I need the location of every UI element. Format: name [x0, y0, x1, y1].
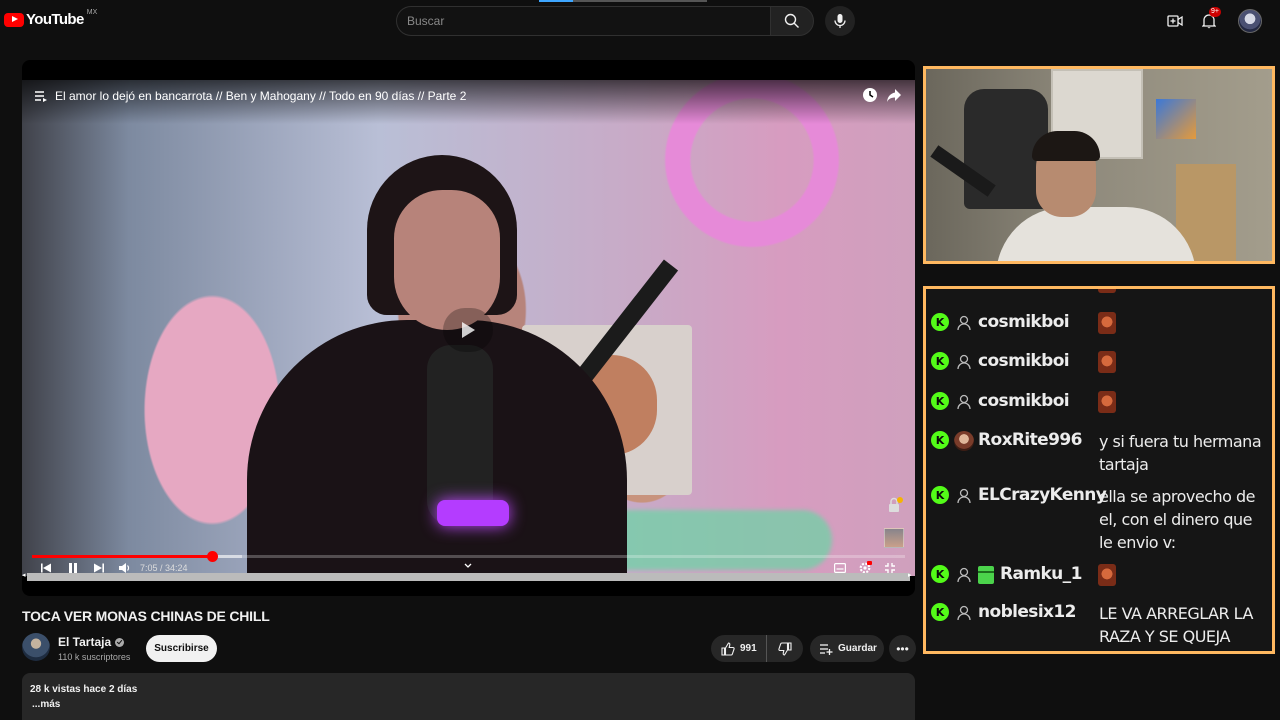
view-count-date: 28 k vistas hace 2 días — [30, 684, 138, 695]
notifications-button[interactable]: 9+ — [1197, 7, 1221, 33]
chat-username[interactable]: cosmikboi — [978, 312, 1070, 332]
scene-mic-light — [437, 500, 509, 526]
scroll-right-arrow[interactable]: ▸ — [908, 571, 912, 579]
gift-badge-icon — [978, 566, 994, 584]
chat-username[interactable]: noblesix12 — [978, 602, 1076, 622]
watch-later-icon[interactable] — [862, 87, 878, 103]
dislike-button[interactable] — [767, 635, 803, 662]
create-video-icon — [1167, 15, 1183, 27]
create-button[interactable] — [1163, 9, 1187, 33]
more-actions-button[interactable]: ••• — [889, 635, 916, 662]
playlist-icon[interactable] — [34, 90, 48, 102]
chevron-down-icon[interactable] — [464, 563, 472, 569]
microphone-icon — [834, 14, 846, 28]
center-play-button[interactable] — [443, 308, 493, 352]
thumbs-down-icon — [778, 641, 792, 656]
emote-icon — [1098, 351, 1116, 373]
progress-played — [32, 555, 212, 558]
subtitles-icon[interactable] — [834, 563, 846, 573]
play-icon — [462, 322, 475, 338]
kick-badge-icon: K — [931, 313, 949, 331]
kick-badge-icon: K — [931, 352, 949, 370]
youtube-logo[interactable]: YouTube MX — [4, 9, 98, 28]
chat-username[interactable]: ELCrazyKenny — [978, 485, 1107, 505]
channel-name[interactable]: El Tartaja — [58, 635, 111, 649]
search-box — [396, 6, 814, 36]
notification-badge: 9+ — [1209, 7, 1221, 17]
youtube-watch-page: YouTube MX 9+ — [0, 0, 1280, 720]
scene-microphone — [427, 345, 493, 525]
emote-icon — [1098, 564, 1116, 586]
chat-text: y si fuera tu hermana tartaja — [1099, 432, 1262, 474]
thumbs-up-icon — [721, 641, 735, 656]
chat-text: LE VA ARREGLAR LA RAZA Y SE QUEJA — [1099, 604, 1253, 646]
top-bar: YouTube MX 9+ — [0, 0, 1280, 42]
kick-badge-icon: K — [931, 603, 949, 621]
search-button[interactable] — [770, 6, 814, 36]
chat-username[interactable]: RoxRite996 — [978, 430, 1082, 450]
like-button[interactable]: 991 — [711, 635, 767, 662]
chat-text: ella se aprovecho de el, con el dinero q… — [1099, 487, 1256, 552]
share-icon[interactable] — [886, 87, 902, 103]
scene-person-face — [394, 190, 500, 330]
subscriber-count: 110 k suscriptores — [58, 652, 131, 662]
streamer-webcam — [923, 66, 1275, 264]
chat-username[interactable]: cosmikboi — [978, 391, 1070, 411]
user-icon — [954, 486, 974, 506]
chat-username[interactable]: Ramku_1 — [1000, 564, 1082, 584]
channel-name-row[interactable]: El Tartaja — [58, 635, 125, 649]
page-load-bar — [539, 0, 707, 2]
verified-icon — [115, 637, 125, 647]
youtube-play-icon — [4, 12, 24, 27]
progress-bar[interactable] — [32, 551, 905, 562]
webcam-poster — [1156, 99, 1196, 139]
emote-icon — [1098, 312, 1116, 334]
kick-badge-icon: K — [931, 392, 949, 410]
add-to-playlist-icon — [820, 643, 833, 655]
search-input[interactable] — [396, 6, 770, 36]
description-box[interactable]: 28 k vistas hace 2 días ...más — [22, 673, 915, 720]
save-button[interactable]: Guardar — [810, 635, 884, 662]
video-player[interactable]: El amor lo dejó en bancarrota // Ben y M… — [22, 60, 915, 596]
kick-badge-icon: K — [931, 431, 949, 449]
stream-chat: K cosmikboi K cosmikboi K cosmikboi K Ro… — [923, 286, 1275, 654]
video-title: TOCA VER MONAS CHINAS DE CHILL — [22, 608, 270, 624]
account-avatar[interactable] — [1238, 9, 1262, 33]
search-icon — [784, 13, 799, 28]
time-display: 7:05 / 34:24 — [140, 563, 188, 573]
show-more-link[interactable]: ...más — [32, 699, 60, 710]
subscribe-button[interactable]: Suscribirse — [146, 635, 217, 662]
more-horizontal-icon: ••• — [896, 641, 909, 656]
like-dislike-group: 991 — [711, 635, 803, 662]
logo-region: MX — [86, 9, 98, 16]
chat-username[interactable]: cosmikboi — [978, 351, 1070, 371]
user-avatar — [954, 431, 974, 451]
save-label: Guardar — [838, 643, 877, 654]
user-icon — [954, 313, 974, 333]
user-icon — [954, 565, 974, 585]
kick-badge-icon: K — [931, 486, 949, 504]
horizontal-scrollbar[interactable] — [27, 573, 910, 581]
emote-icon — [1098, 391, 1116, 413]
webcam-person-hair — [1032, 131, 1100, 161]
video-overlay-title[interactable]: El amor lo dejó en bancarrota // Ben y M… — [55, 89, 466, 103]
channel-watermark[interactable] — [884, 528, 904, 548]
kick-badge-icon: K — [931, 565, 949, 583]
like-count: 991 — [740, 643, 757, 654]
user-icon — [954, 603, 974, 623]
lock-badge-icon[interactable] — [886, 496, 904, 514]
user-icon — [954, 392, 974, 412]
scroll-left-arrow[interactable]: ◂ — [22, 571, 26, 579]
user-icon — [954, 352, 974, 372]
logo-text: YouTube — [26, 11, 84, 28]
channel-avatar[interactable] — [22, 633, 50, 661]
voice-search-button[interactable] — [825, 6, 855, 36]
emote-icon — [1098, 289, 1116, 293]
